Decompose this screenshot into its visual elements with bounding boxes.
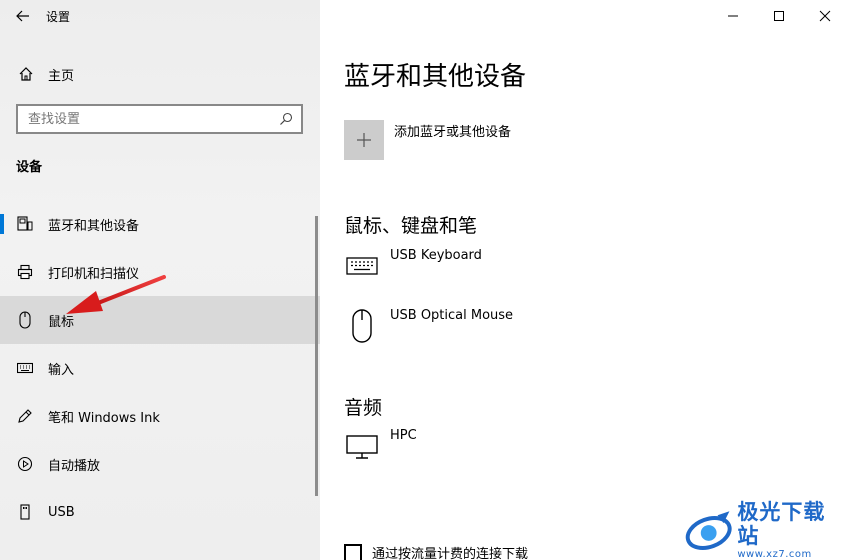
watermark: 极光下载站 www.xz7.com — [684, 500, 846, 560]
sidebar-item-label: 打印机和扫描仪 — [48, 266, 140, 282]
settings-search-box[interactable] — [16, 104, 303, 134]
close-icon — [819, 10, 831, 22]
section-label-devices: 设备 — [16, 160, 43, 175]
mouse-icon — [16, 311, 34, 329]
search-icon — [280, 112, 293, 125]
add-device-label[interactable]: 添加蓝牙或其他设备 — [394, 121, 511, 140]
sidebar-item-label: 笔和 Windows Ink — [48, 410, 160, 426]
close-button[interactable] — [802, 0, 848, 32]
sidebar-item-label: 输入 — [48, 362, 75, 378]
watermark-logo-icon — [685, 511, 732, 550]
device-name: HPC — [390, 428, 417, 443]
minimize-icon — [728, 15, 738, 17]
add-device-button[interactable] — [344, 120, 384, 160]
device-name: USB Keyboard — [390, 248, 482, 263]
keyboard-icon — [16, 359, 34, 377]
sidebar-item-printers[interactable]: 打印机和扫描仪 — [0, 248, 320, 296]
mouse-icon — [344, 308, 380, 344]
metered-download-option[interactable]: 通过按流量计费的连接下载 — [344, 543, 528, 560]
app-title: 设置 — [46, 9, 71, 24]
bluetooth-device-icon — [16, 215, 34, 233]
maximize-icon — [774, 11, 784, 21]
sidebar-item-typing[interactable]: 输入 — [0, 344, 320, 392]
home-nav-item[interactable]: 主页 — [0, 56, 320, 92]
back-button[interactable] — [0, 0, 46, 32]
metered-download-label: 通过按流量计费的连接下载 — [372, 547, 529, 560]
home-label: 主页 — [48, 68, 75, 84]
home-icon — [19, 67, 33, 81]
device-usb-keyboard[interactable]: USB Keyboard — [344, 248, 482, 284]
minimize-button[interactable] — [710, 0, 756, 32]
device-name: USB Optical Mouse — [390, 308, 514, 323]
settings-sidebar: 设置 主页 设备 蓝牙和其他设备 — [0, 0, 320, 560]
usb-icon — [16, 503, 34, 521]
section-title-input-devices: 鼠标、键盘和笔 — [344, 215, 478, 237]
metered-download-checkbox[interactable] — [344, 543, 362, 560]
search-input[interactable] — [28, 111, 268, 127]
sidebar-item-label: USB — [48, 504, 75, 520]
sidebar-item-autoplay[interactable]: 自动播放 — [0, 440, 320, 488]
printer-icon — [16, 263, 34, 281]
page-title: 蓝牙和其他设备 — [344, 62, 527, 92]
sidebar-scrollbar[interactable] — [315, 216, 318, 496]
section-title-audio: 音频 — [344, 397, 383, 419]
sidebar-item-pen[interactable]: 笔和 Windows Ink — [0, 392, 320, 440]
monitor-icon — [344, 428, 380, 464]
title-bar: 设置 — [0, 0, 320, 32]
sidebar-item-label: 鼠标 — [48, 314, 75, 330]
sidebar-item-bluetooth[interactable]: 蓝牙和其他设备 — [0, 200, 320, 248]
sidebar-item-usb[interactable]: USB — [0, 488, 320, 536]
watermark-text: 极光下载站 www.xz7.com — [737, 500, 846, 560]
device-hpc[interactable]: HPC — [344, 428, 417, 464]
maximize-button[interactable] — [756, 0, 802, 32]
watermark-main-text: 极光下载站 — [737, 500, 826, 548]
plus-icon — [357, 133, 371, 147]
sidebar-nav: 蓝牙和其他设备 打印机和扫描仪 鼠标 输入 笔和 Windows Ink 自动播… — [0, 200, 320, 536]
device-usb-mouse[interactable]: USB Optical Mouse — [344, 308, 513, 344]
sidebar-item-label: 蓝牙和其他设备 — [48, 218, 140, 234]
sidebar-item-mouse[interactable]: 鼠标 — [0, 296, 320, 344]
content-pane: 蓝牙和其他设备 添加蓝牙或其他设备 鼠标、键盘和笔 USB Keyboard U… — [320, 0, 848, 560]
pen-icon — [16, 407, 34, 425]
keyboard-icon — [344, 248, 380, 284]
sidebar-item-label: 自动播放 — [48, 458, 101, 474]
autoplay-icon — [16, 455, 34, 473]
back-arrow-icon — [16, 10, 29, 22]
window-controls — [710, 0, 848, 32]
watermark-sub-text: www.xz7.com — [737, 549, 812, 560]
